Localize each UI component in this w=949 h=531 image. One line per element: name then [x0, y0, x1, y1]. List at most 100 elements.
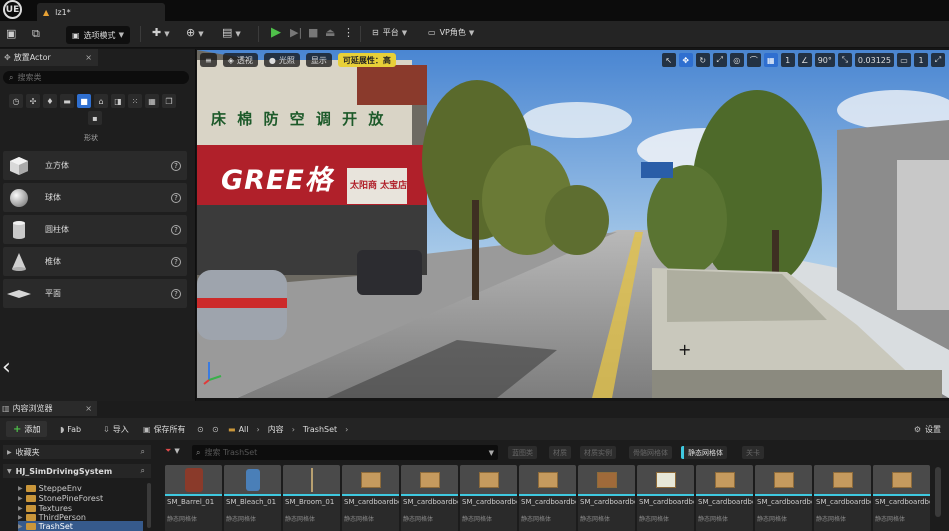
basic-icon[interactable]: ✣: [26, 94, 40, 108]
save-icon[interactable]: ▣: [6, 27, 16, 40]
all-classes-icon[interactable]: ⁙: [128, 94, 142, 108]
breadcrumb-item[interactable]: 内容: [268, 424, 284, 435]
viewport-menu-button[interactable]: ≡: [200, 53, 217, 67]
recent-icon[interactable]: ◷: [9, 94, 23, 108]
filter-chip-active[interactable]: 静态网格体: [681, 446, 727, 459]
import-button[interactable]: ⇩ 导入: [103, 421, 129, 437]
add-button[interactable]: + 添加: [6, 421, 48, 437]
project-header[interactable]: ▼ HJ_SimDrivingSystem ⌕: [3, 464, 151, 478]
asset-tile[interactable]: SM_cardboardbox_ 静态网格体: [342, 465, 399, 531]
more-options-icon[interactable]: ⋮: [343, 26, 354, 39]
favorites-header[interactable]: ▶ 收藏夹 ⌕: [3, 445, 151, 459]
volumes-icon[interactable]: ◨: [111, 94, 125, 108]
play-icon[interactable]: ▶: [271, 25, 281, 40]
visual-effects-icon[interactable]: ⌂: [94, 94, 108, 108]
cinematics-icon[interactable]: ▤ ▼: [222, 26, 241, 39]
world-space-icon[interactable]: ◎: [729, 53, 744, 67]
close-icon[interactable]: ×: [85, 404, 92, 413]
geometry-icon[interactable]: ▦: [145, 94, 159, 108]
view-mode-button[interactable]: ◈ 透视: [222, 53, 258, 67]
chevron-left-icon[interactable]: ‹: [2, 355, 11, 380]
close-icon[interactable]: ×: [85, 53, 92, 62]
help-icon[interactable]: ?: [171, 160, 181, 171]
add-actor-icon[interactable]: ✚ ▼: [152, 26, 170, 39]
extra-category-icon[interactable]: ▪: [88, 111, 102, 125]
shape-row-cube[interactable]: 立方体 ?: [3, 151, 187, 180]
class-search-input[interactable]: ⌕ 搜索类: [3, 71, 189, 84]
asset-tile[interactable]: SM_cardboardbox_ 静态网格体: [519, 465, 576, 531]
asset-tile[interactable]: SM_cardboardbox_ 静态网格体: [814, 465, 871, 531]
asset-tile[interactable]: SM_cardboardbox_ 静态网格体: [401, 465, 458, 531]
rotate-tool-icon[interactable]: ↻: [695, 53, 710, 67]
filter-chip[interactable]: 骨骼网格体: [629, 446, 672, 459]
tree-scrollbar[interactable]: [147, 483, 151, 528]
asset-tile[interactable]: SM_cardboardbox_ 静态网格体: [696, 465, 753, 531]
cinematic-icon[interactable]: ▬: [60, 94, 74, 108]
help-icon[interactable]: ?: [171, 256, 181, 267]
filter-chip[interactable]: 关卡: [742, 446, 764, 459]
filter-chip[interactable]: 蓝图类: [508, 446, 537, 459]
camera-speed-icon[interactable]: ▭: [897, 53, 911, 67]
folder-item-selected[interactable]: ▶ TrashSet: [18, 521, 73, 531]
platform-dropdown[interactable]: ⊟ 平台 ▼: [372, 27, 407, 38]
asset-tile[interactable]: SM_Barrel_01 静态网格体: [165, 465, 222, 531]
scalability-button[interactable]: 可延展性：高: [337, 53, 396, 67]
shape-row-plane[interactable]: 平面 ?: [3, 279, 187, 308]
filter-dropdown[interactable]: ⏷ ▼: [165, 446, 180, 456]
rotation-snap-icon[interactable]: ∠: [797, 53, 812, 67]
content-icon[interactable]: ⧉: [32, 27, 40, 41]
vp-role-dropdown[interactable]: ▭ VP角色 ▼: [428, 27, 474, 38]
history-forward-icon[interactable]: ⊙: [212, 421, 222, 437]
rotation-snap-value[interactable]: 90°: [814, 53, 835, 67]
eject-icon[interactable]: ⏏: [325, 26, 335, 39]
breadcrumb-item[interactable]: TrashSet: [303, 425, 337, 434]
asset-tile[interactable]: SM_cardboardbox_ 静态网格体: [755, 465, 812, 531]
filter-chip[interactable]: 材质实例: [580, 446, 616, 459]
level-viewport[interactable]: 床 棉 防 空 调 开 放 GREE格 太阳商 太宝店 ≡ ◈ 透视 ● 光照 显示…: [197, 50, 949, 398]
asset-tile[interactable]: SM_cardboardbox_ 静态网格体: [460, 465, 517, 531]
camera-speed-value[interactable]: 1: [914, 53, 928, 67]
stop-icon[interactable]: ■: [308, 26, 318, 39]
shape-row-sphere[interactable]: 球体 ?: [3, 183, 187, 212]
shape-row-cone[interactable]: 椎体 ?: [3, 247, 187, 276]
save-all-button[interactable]: ▣ 保存所有: [143, 421, 186, 437]
placeholder-icon[interactable]: ❐: [162, 94, 176, 108]
breadcrumb-item[interactable]: All: [239, 425, 249, 434]
history-back-icon[interactable]: ⊙: [197, 421, 207, 437]
help-icon[interactable]: ?: [171, 192, 181, 203]
show-button[interactable]: 显示: [305, 53, 332, 67]
maximize-icon[interactable]: ⤢: [931, 53, 945, 67]
grid-snap-value[interactable]: 1: [780, 53, 795, 67]
blueprint-icon[interactable]: ⊕ ▼: [186, 26, 204, 39]
chevron-down-icon[interactable]: ▼: [489, 449, 494, 457]
content-browser-tab[interactable]: ▥ 内容浏览器 ×: [0, 401, 97, 416]
settings-button[interactable]: ⚙ 设置: [914, 421, 941, 437]
asset-tile[interactable]: SM_Broom_01 静态网格体: [283, 465, 340, 531]
level-tab[interactable]: ▲ lz1*: [37, 3, 165, 21]
scale-snap-icon[interactable]: ⤡: [837, 53, 852, 67]
shape-row-cylinder[interactable]: 圆柱体 ?: [3, 215, 187, 244]
help-icon[interactable]: ?: [171, 288, 181, 299]
asset-tile[interactable]: SM_cardboardbox_ 静态网格体: [578, 465, 635, 531]
surface-snap-icon[interactable]: ⌒: [746, 53, 761, 67]
asset-tile[interactable]: SM_cardboardbox_ 静态网格体: [873, 465, 930, 531]
filter-chip[interactable]: 材质: [549, 446, 571, 459]
lighting-button[interactable]: ● 光照: [263, 53, 300, 67]
fab-button[interactable]: ◗ Fab: [60, 421, 81, 437]
unreal-logo-icon[interactable]: UE: [3, 0, 22, 19]
help-icon[interactable]: ?: [171, 224, 181, 235]
asset-search-input[interactable]: ⌕ 搜索 TrashSet ▼: [192, 445, 498, 460]
place-actor-tab[interactable]: ✥ 放置Actor ×: [0, 49, 98, 66]
scale-tool-icon[interactable]: ⤢: [712, 53, 727, 67]
shapes-icon[interactable]: ■: [77, 94, 91, 108]
translate-tool-icon[interactable]: ✥: [678, 53, 693, 67]
asset-scrollbar[interactable]: [935, 467, 941, 517]
search-icon[interactable]: ⌕: [141, 447, 145, 457]
search-icon[interactable]: ⌕: [141, 466, 145, 476]
step-icon[interactable]: ▶|: [290, 26, 302, 39]
select-mode-dropdown[interactable]: ▣ 选项模式 ▼: [66, 26, 130, 44]
scale-snap-value[interactable]: 0.03125: [854, 53, 894, 67]
grid-snap-icon[interactable]: ▦: [763, 53, 778, 67]
asset-tile[interactable]: SM_cardboardbox_ 静态网格体: [637, 465, 694, 531]
select-tool-icon[interactable]: ↖: [661, 53, 676, 67]
